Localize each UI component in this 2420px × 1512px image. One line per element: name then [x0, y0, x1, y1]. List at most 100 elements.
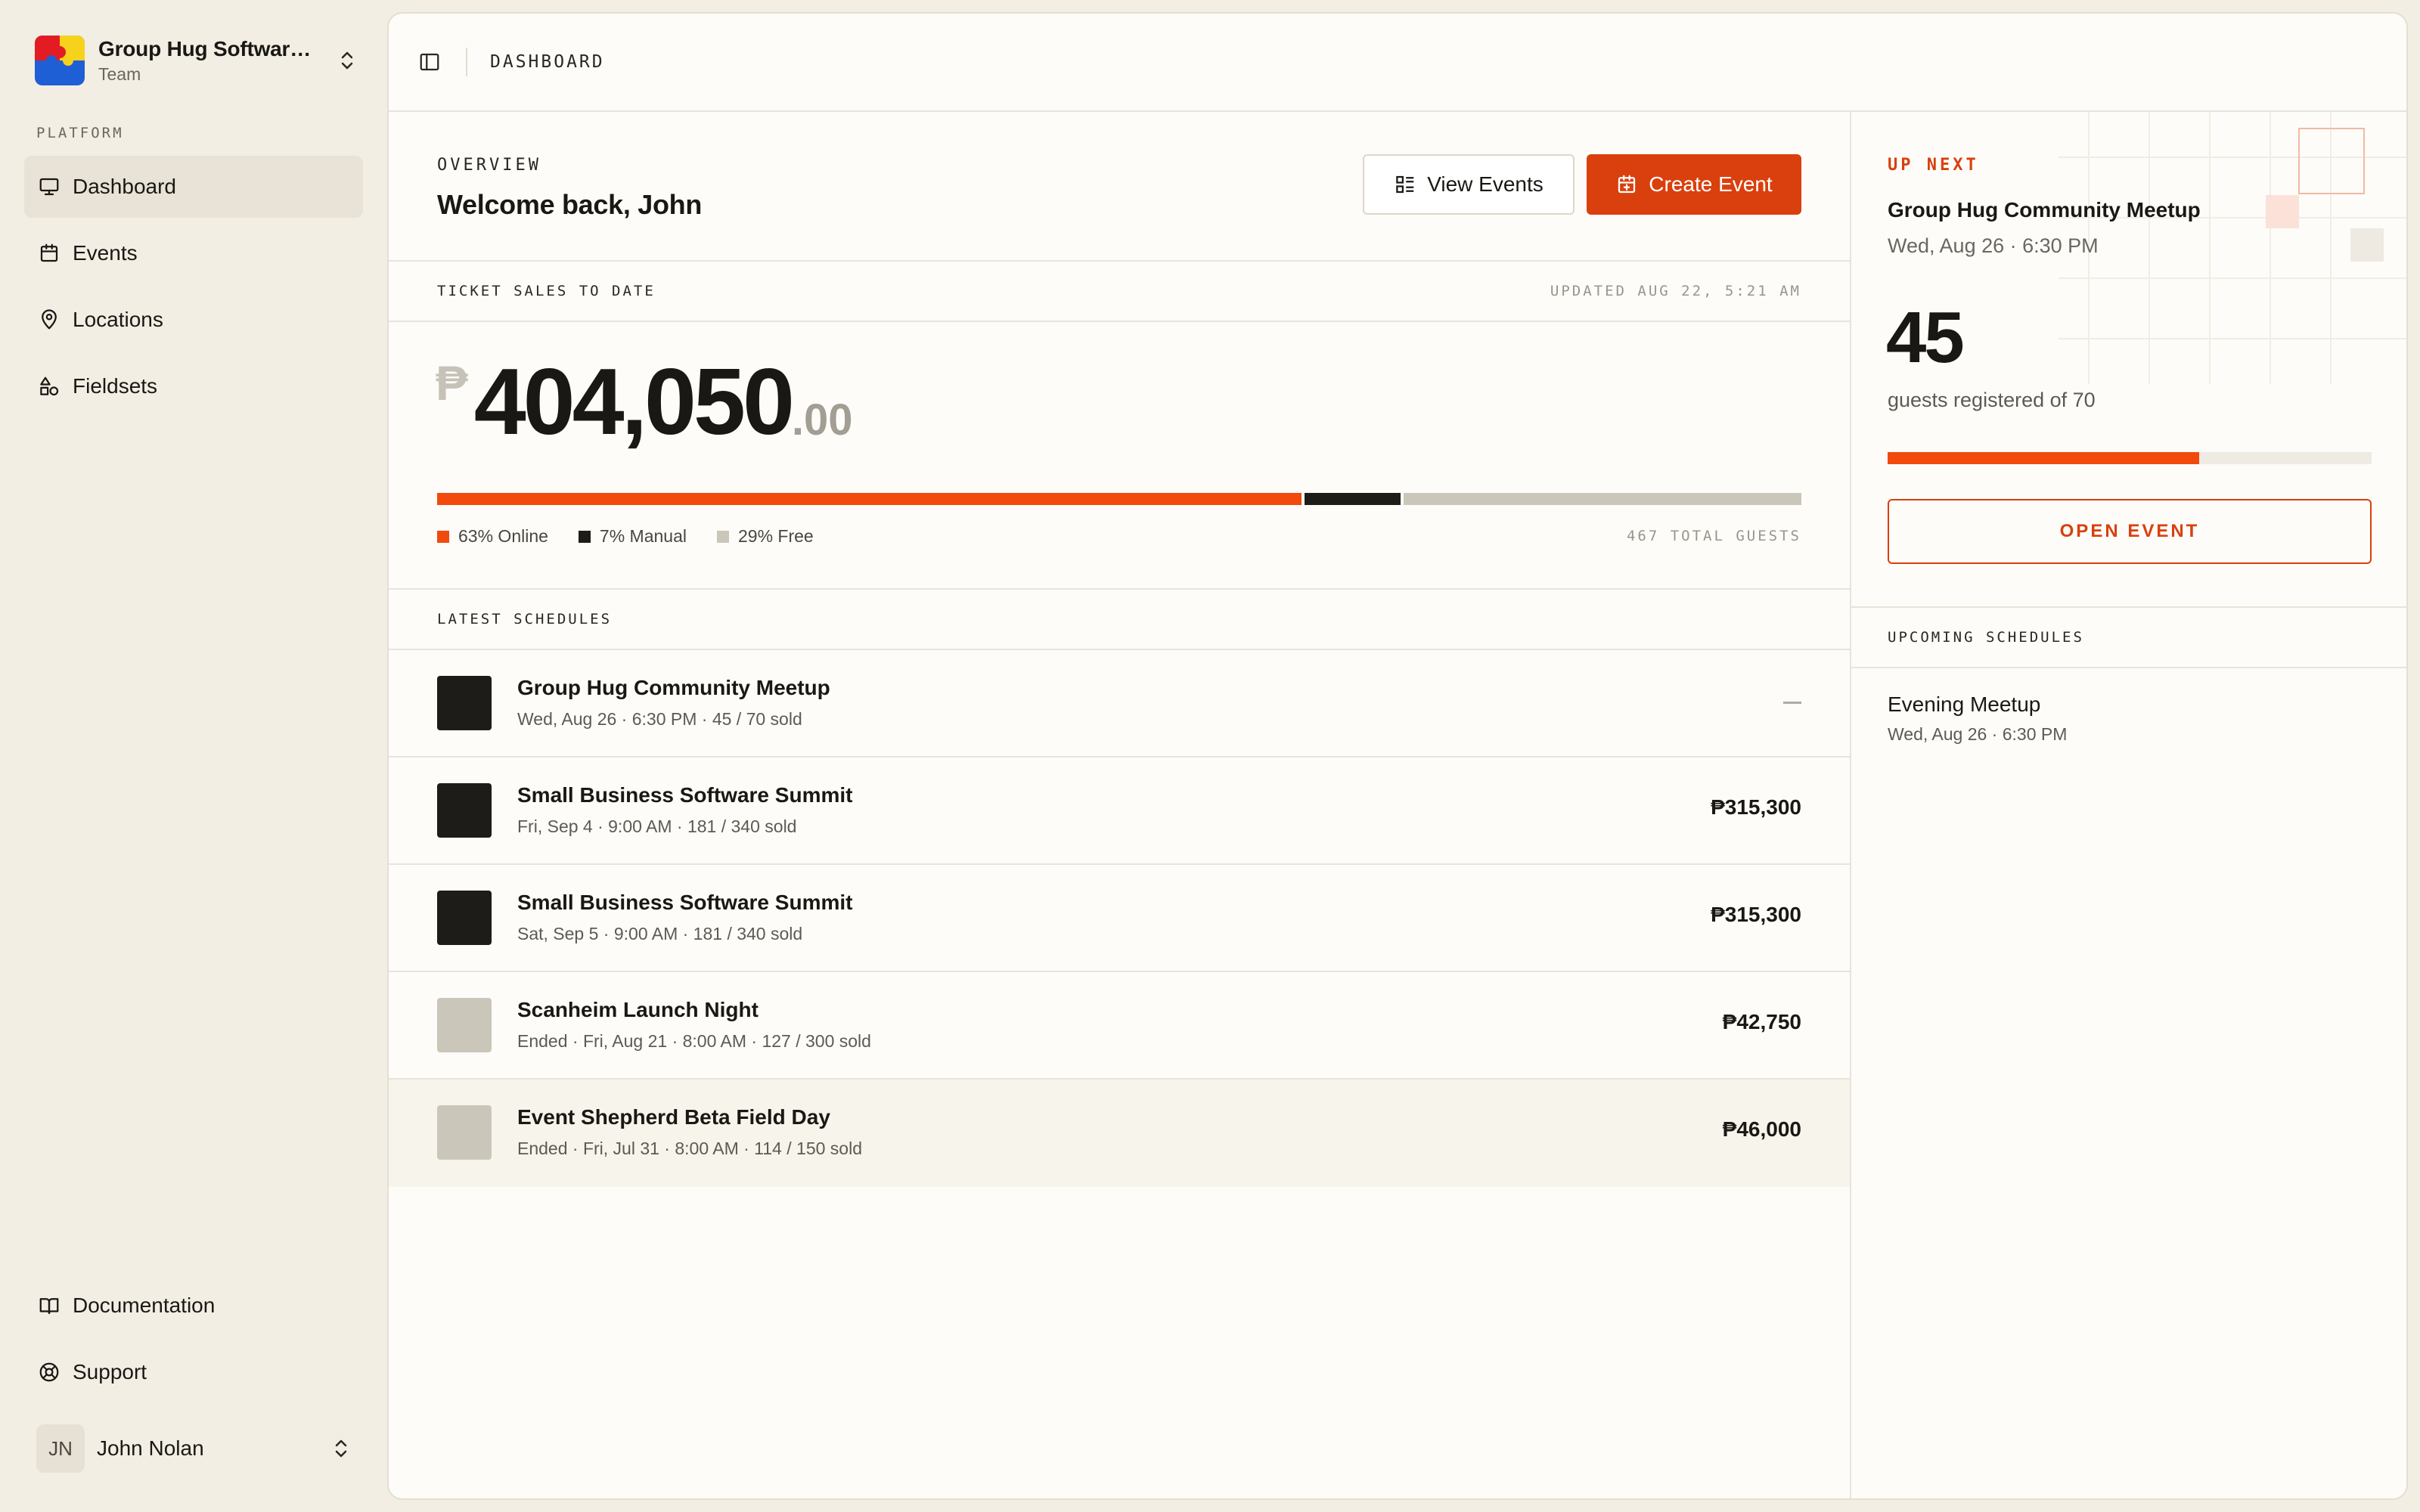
event-meta: Ended · Fri, Aug 21 · 8:00 AM · 127 / 30… — [517, 1031, 871, 1051]
sidebar-item-label: Support — [73, 1360, 147, 1383]
topbar-divider — [466, 48, 467, 76]
page-title: Welcome back, John — [437, 189, 703, 220]
sidebar-item-label: Locations — [73, 308, 163, 331]
table-row[interactable]: Scanheim Launch Night Ended · Fri, Aug 2… — [389, 972, 1850, 1080]
user-menu[interactable]: JN John Nolan — [36, 1421, 354, 1476]
sales-amount-decimal: .00 — [791, 395, 853, 445]
open-event-button[interactable]: OPEN EVENT — [1888, 499, 2372, 564]
ticket-sales-header: TICKET SALES TO DATE UPDATED AUG 22, 5:2… — [389, 262, 1850, 322]
registered-label: guests registered of 70 — [1888, 389, 2096, 411]
topbar: DASHBOARD — [389, 14, 2406, 112]
sidebar-item-dashboard[interactable]: Dashboard — [24, 156, 363, 218]
no-amount-dash — [1783, 702, 1801, 704]
registration-progress-fill — [1888, 452, 2199, 464]
legend-manual: 7% Manual — [578, 526, 687, 547]
sidebar-item-label: Documentation — [73, 1294, 216, 1317]
sidebar-item-label: Fieldsets — [73, 374, 158, 398]
event-revenue: ₱42,750 — [1722, 1010, 1801, 1033]
create-event-label: Create Event — [1649, 172, 1773, 196]
up-next-title: Group Hug Community Meetup — [1888, 198, 2201, 222]
org-logo — [35, 36, 85, 85]
registered-count: 45 — [1886, 297, 1965, 378]
legend-swatch — [437, 530, 449, 543]
event-thumbnail — [437, 676, 492, 730]
breakdown-segment-3 — [1403, 493, 1801, 505]
legend-online: 63% Online — [437, 526, 548, 547]
sidebar-item-events[interactable]: Events — [24, 222, 363, 284]
legend-swatch — [578, 530, 591, 543]
total-guests: 467 TOTAL GUESTS — [1626, 528, 1801, 544]
main-panel: DASHBOARD OVERVIEW Welcome back, John Vi… — [387, 12, 2408, 1500]
lifebuoy-icon — [36, 1359, 62, 1385]
sidebar-item-label: Dashboard — [73, 175, 176, 198]
ticket-sales-card: ₱ 404,050 .00 63% Online 7% Manual 29% F… — [389, 322, 1850, 590]
event-title: Small Business Software Summit — [517, 891, 853, 914]
registration-progress — [1888, 452, 2372, 464]
legend-swatch — [717, 530, 729, 543]
org-switcher[interactable]: Group Hug Software... Team — [35, 33, 360, 88]
avatar: JN — [36, 1424, 85, 1473]
sales-legend: 63% Online 7% Manual 29% Free — [437, 526, 844, 547]
upcoming-title: Evening Meetup — [1888, 692, 2041, 716]
sidebar-toggle-icon[interactable] — [416, 48, 443, 76]
event-thumbnail — [437, 891, 492, 945]
event-meta: Sat, Sep 5 · 9:00 AM · 181 / 340 sold — [517, 924, 803, 943]
ticket-sales-label: TICKET SALES TO DATE — [437, 283, 656, 299]
legend-label: 7% Manual — [599, 526, 687, 546]
upcoming-meta: Wed, Aug 26 · 6:30 PM — [1888, 724, 2068, 744]
event-meta: Fri, Sep 4 · 9:00 AM · 181 / 340 sold — [517, 816, 797, 836]
breadcrumb: DASHBOARD — [490, 52, 605, 72]
decorative-grid — [2059, 112, 2406, 384]
monitor-icon — [36, 174, 62, 200]
sidebar-item-support[interactable]: Support — [24, 1341, 363, 1403]
event-title: Small Business Software Summit — [517, 783, 853, 807]
breakdown-segment-2 — [1304, 493, 1401, 505]
event-title: Scanheim Launch Night — [517, 998, 759, 1021]
user-name: John Nolan — [97, 1436, 204, 1460]
sidebar-item-locations[interactable]: Locations — [24, 289, 363, 351]
view-events-label: View Events — [1427, 172, 1544, 196]
view-events-button[interactable]: View Events — [1363, 154, 1575, 215]
event-revenue: ₱315,300 — [1711, 795, 1801, 819]
table-row[interactable]: Event Shepherd Beta Field Day Ended · Fr… — [389, 1080, 1850, 1187]
calendar-icon — [36, 240, 62, 266]
sidebar-item-fieldsets[interactable]: Fieldsets — [24, 355, 363, 417]
upcoming-schedules-header: UPCOMING SCHEDULES — [1851, 608, 2406, 668]
nav-section-label: PLATFORM — [36, 125, 124, 141]
list-icon — [1394, 173, 1416, 196]
overview-eyebrow: OVERVIEW — [437, 156, 541, 175]
sales-amount-integer: 404,050 — [473, 350, 795, 454]
list-item[interactable]: Evening Meetup Wed, Aug 26 · 6:30 PM — [1851, 668, 2406, 759]
table-row[interactable]: Small Business Software Summit Sat, Sep … — [389, 865, 1850, 972]
breakdown-segment-1 — [437, 493, 1302, 505]
sales-breakdown-bar — [437, 493, 1801, 505]
latest-schedules-label: LATEST SCHEDULES — [437, 611, 613, 627]
up-next-date: Wed, Aug 26 · 6:30 PM — [1888, 234, 2099, 257]
chevrons-up-down-icon — [328, 1436, 354, 1461]
event-title: Group Hug Community Meetup — [517, 676, 830, 699]
sidebar: Group Hug Software... Team PLATFORM Dash… — [0, 0, 387, 1512]
event-thumbnail — [437, 998, 492, 1052]
event-meta: Wed, Aug 26 · 6:30 PM · 45 / 70 sold — [517, 709, 802, 729]
event-meta: Ended · Fri, Jul 31 · 8:00 AM · 114 / 15… — [517, 1139, 862, 1158]
event-thumbnail — [437, 783, 492, 838]
sidebar-item-label: Events — [73, 241, 138, 265]
event-thumbnail — [437, 1105, 492, 1160]
sales-amount: ₱ 404,050 .00 — [436, 351, 853, 454]
right-rail: UP NEXT Group Hug Community Meetup Wed, … — [1851, 112, 2406, 1498]
legend-label: 29% Free — [738, 526, 814, 546]
book-icon — [36, 1293, 62, 1318]
event-revenue: ₱315,300 — [1711, 903, 1801, 926]
shapes-icon — [36, 373, 62, 399]
create-event-button[interactable]: Create Event — [1587, 154, 1801, 215]
primary-nav: Dashboard Events Locations Fieldsets — [24, 156, 363, 422]
org-name: Group Hug Software... — [98, 36, 318, 60]
updated-timestamp: UPDATED AUG 22, 5:21 AM — [1550, 283, 1801, 299]
table-row[interactable]: Group Hug Community Meetup Wed, Aug 26 ·… — [389, 650, 1850, 758]
dashboard-content: OVERVIEW Welcome back, John View Events … — [389, 112, 1851, 1498]
schedule-list: Group Hug Community Meetup Wed, Aug 26 ·… — [389, 650, 1850, 1187]
upcoming-schedules-label: UPCOMING SCHEDULES — [1888, 629, 2084, 646]
overview-header: OVERVIEW Welcome back, John View Events … — [389, 112, 1850, 262]
table-row[interactable]: Small Business Software Summit Fri, Sep … — [389, 758, 1850, 865]
sidebar-item-documentation[interactable]: Documentation — [24, 1275, 363, 1337]
